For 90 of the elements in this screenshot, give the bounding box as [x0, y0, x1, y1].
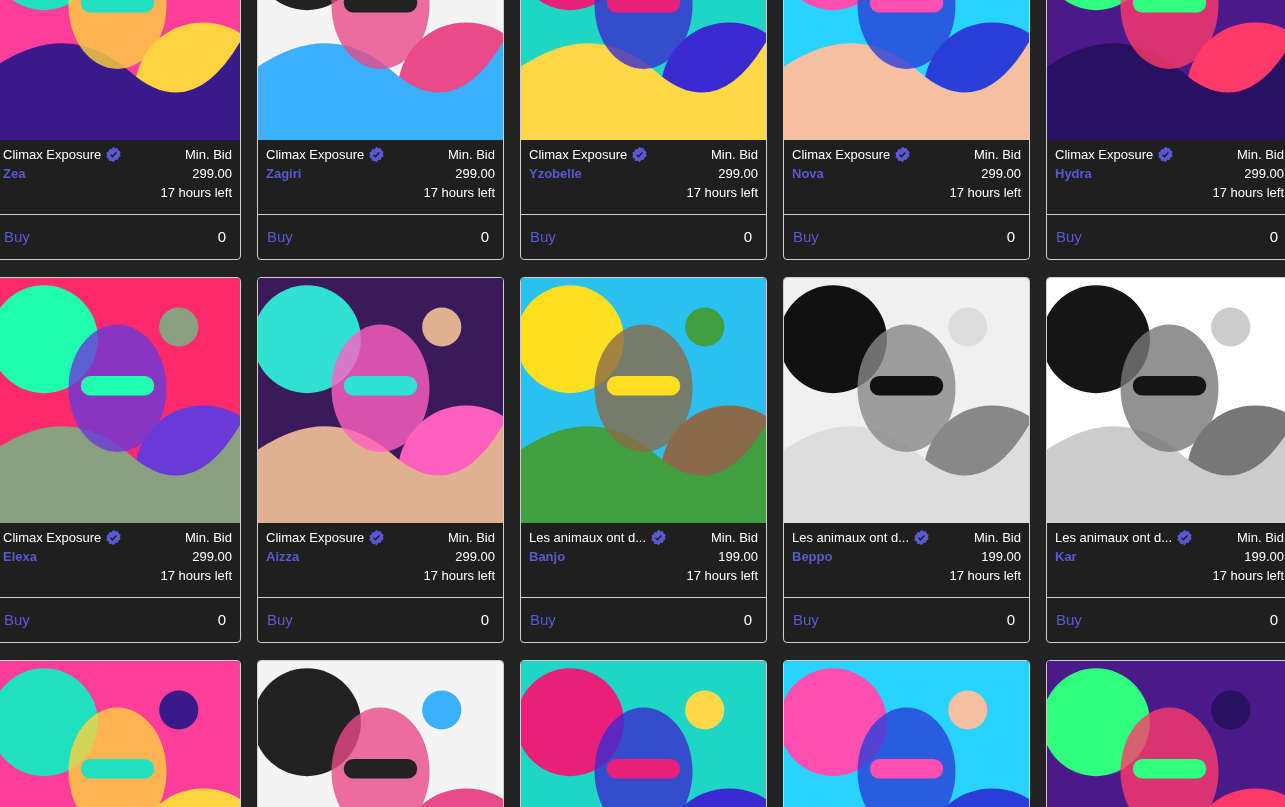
- verified-icon: [105, 529, 123, 546]
- bid-label: Min. Bid: [974, 529, 1021, 547]
- verified-icon: [650, 529, 668, 546]
- item-name-link[interactable]: Hydra: [1055, 164, 1175, 183]
- nft-card[interactable]: Les animaux ont d... Kar Min. Bid 199.00 17 hours left Buy 0: [1046, 277, 1285, 643]
- like-count: 0: [1269, 609, 1278, 630]
- nft-card[interactable]: Climax Exposure Nova Min. Bid 299.00 17 hours left Buy 0: [783, 0, 1030, 260]
- item-name-link[interactable]: Banjo: [529, 547, 668, 566]
- item-name-link[interactable]: Elexa: [3, 547, 123, 566]
- time-left: 17 hours left: [949, 184, 1021, 202]
- item-name-link[interactable]: Zea: [3, 164, 123, 183]
- buy-button[interactable]: Buy: [1056, 608, 1082, 632]
- nft-card[interactable]: Les animaux ont d... Beppo Min. Bid 199.00 17 hours left Buy 0: [783, 277, 1030, 643]
- price: 299.00: [455, 548, 495, 566]
- bid-label: Min. Bid: [1237, 529, 1284, 547]
- time-left: 17 hours left: [423, 567, 495, 585]
- collection-name: Climax Exposure: [1055, 146, 1154, 164]
- price: 299.00: [1244, 165, 1284, 183]
- time-left: 17 hours left: [1212, 184, 1284, 202]
- time-left: 17 hours left: [160, 184, 232, 202]
- item-name-link[interactable]: Beppo: [792, 547, 931, 566]
- verified-icon: [105, 146, 123, 163]
- collection-name: Climax Exposure: [3, 146, 102, 164]
- collection-name: Climax Exposure: [792, 146, 891, 164]
- price: 299.00: [192, 548, 232, 566]
- verified-icon: [1176, 529, 1194, 546]
- bid-label: Min. Bid: [185, 146, 232, 164]
- buy-button[interactable]: Buy: [267, 608, 293, 632]
- nft-card[interactable]: Climax Exposure Elexa Min. Bid 299.00 17 hours left Buy 0: [0, 277, 241, 643]
- price: 199.00: [718, 548, 758, 566]
- time-left: 17 hours left: [686, 184, 758, 202]
- nft-card[interactable]: Climax Exposure Zagiri Min. Bid 299.00 17 hours left Buy 0: [257, 0, 504, 260]
- collection-name: Climax Exposure: [266, 529, 365, 547]
- like-count: 0: [1006, 609, 1015, 630]
- nft-card[interactable]: Climax Exposure Hydra Min. Bid 299.00 17 hours left Buy 0: [1046, 0, 1285, 260]
- nft-card[interactable]: Climax Exposure Aizza Min. Bid 299.00 17 hours left Buy 0: [257, 277, 504, 643]
- item-name-link[interactable]: Yzobelle: [529, 164, 649, 183]
- nft-card[interactable]: Les animaux ont d... Banjo Min. Bid 199.00 17 hours left Buy 0: [520, 277, 767, 643]
- item-name-link[interactable]: Kar: [1055, 547, 1194, 566]
- buy-button[interactable]: Buy: [530, 225, 556, 249]
- like-count: 0: [217, 609, 226, 630]
- like-count: 0: [743, 609, 752, 630]
- bid-label: Min. Bid: [711, 146, 758, 164]
- price: 299.00: [718, 165, 758, 183]
- time-left: 17 hours left: [686, 567, 758, 585]
- collection-name: Les animaux ont d...: [529, 529, 647, 547]
- verified-icon: [368, 146, 386, 163]
- price: 199.00: [981, 548, 1021, 566]
- bid-label: Min. Bid: [185, 529, 232, 547]
- bid-label: Min. Bid: [448, 529, 495, 547]
- buy-button[interactable]: Buy: [267, 225, 293, 249]
- price: 299.00: [981, 165, 1021, 183]
- time-left: 17 hours left: [160, 567, 232, 585]
- like-count: 0: [480, 226, 489, 247]
- time-left: 17 hours left: [423, 184, 495, 202]
- like-count: 0: [480, 609, 489, 630]
- like-count: 0: [1269, 226, 1278, 247]
- bid-label: Min. Bid: [448, 146, 495, 164]
- price: 299.00: [192, 165, 232, 183]
- verified-icon: [631, 146, 649, 163]
- buy-button[interactable]: Buy: [793, 225, 819, 249]
- collection-name: Les animaux ont d...: [792, 529, 910, 547]
- buy-button[interactable]: Buy: [1056, 225, 1082, 249]
- like-count: 0: [1006, 226, 1015, 247]
- collection-name: Les animaux ont d...: [1055, 529, 1173, 547]
- price: 199.00: [1244, 548, 1284, 566]
- time-left: 17 hours left: [1212, 567, 1284, 585]
- like-count: 0: [217, 226, 226, 247]
- like-count: 0: [743, 226, 752, 247]
- nft-card[interactable]: Climax Exposure Yzobelle Min. Bid 299.00 17 hours left Buy 0: [520, 0, 767, 260]
- nft-card[interactable]: Climax Exposure Zea Min. Bid 299.00 17 hours left Buy 0: [0, 0, 241, 260]
- item-name-link[interactable]: Aizza: [266, 547, 386, 566]
- bid-label: Min. Bid: [974, 146, 1021, 164]
- item-name-link[interactable]: Zagiri: [266, 164, 386, 183]
- bid-label: Min. Bid: [711, 529, 758, 547]
- verified-icon: [1157, 146, 1175, 163]
- collection-name: Climax Exposure: [266, 146, 365, 164]
- verified-icon: [894, 146, 912, 163]
- buy-button[interactable]: Buy: [4, 608, 30, 632]
- item-name-link[interactable]: Nova: [792, 164, 912, 183]
- collection-name: Climax Exposure: [3, 529, 102, 547]
- collection-name: Climax Exposure: [529, 146, 628, 164]
- verified-icon: [368, 529, 386, 546]
- price: 299.00: [455, 165, 495, 183]
- time-left: 17 hours left: [949, 567, 1021, 585]
- buy-button[interactable]: Buy: [4, 225, 30, 249]
- verified-icon: [913, 529, 931, 546]
- buy-button[interactable]: Buy: [530, 608, 556, 632]
- bid-label: Min. Bid: [1237, 146, 1284, 164]
- buy-button[interactable]: Buy: [793, 608, 819, 632]
